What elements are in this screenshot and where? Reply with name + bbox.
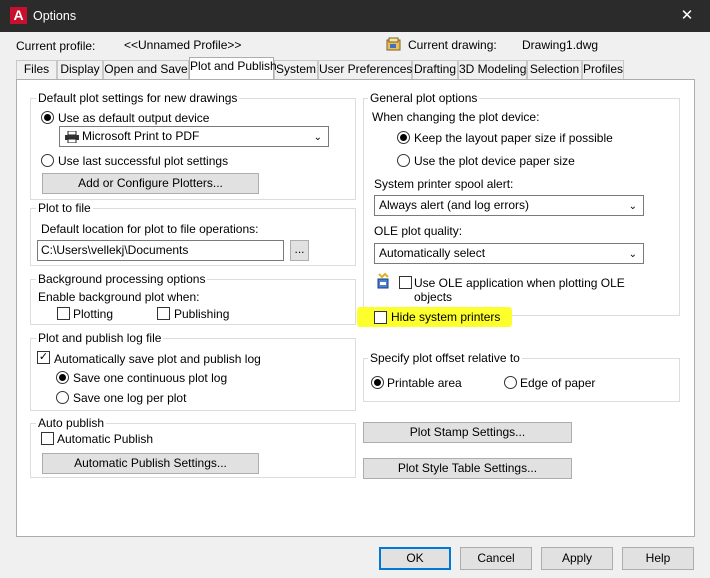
hide-system-printers-label: Hide system printers xyxy=(391,310,501,324)
auto-publish-group-title: Auto publish xyxy=(36,416,107,430)
publishing-checkbox[interactable] xyxy=(157,307,170,320)
printable-area-label: Printable area xyxy=(387,376,462,390)
use-default-device-label: Use as default output device xyxy=(58,111,210,125)
auto-save-log-checkbox[interactable]: ✓ xyxy=(37,351,50,364)
tab-open-and-save[interactable]: Open and Save xyxy=(103,60,189,79)
log-per-plot-label: Save one log per plot xyxy=(73,391,187,405)
hide-system-printers-checkbox[interactable] xyxy=(374,311,387,324)
close-icon[interactable]: ✕ xyxy=(664,0,710,32)
use-last-settings-radio[interactable] xyxy=(41,154,54,167)
edge-of-paper-label: Edge of paper xyxy=(520,376,596,390)
autocad-logo-icon: A xyxy=(10,7,27,24)
tab-plot-and-publish[interactable]: Plot and Publish xyxy=(189,57,277,79)
automatic-publish-settings-button[interactable]: Automatic Publish Settings... xyxy=(42,453,259,474)
tab-system[interactable]: System xyxy=(274,60,318,79)
use-device-paper-radio[interactable] xyxy=(397,154,410,167)
continuous-log-radio[interactable] xyxy=(56,371,69,384)
ok-button[interactable]: OK xyxy=(379,547,451,570)
tab-profiles[interactable]: Profiles xyxy=(582,60,624,79)
plot-offset-group-title: Specify plot offset relative to xyxy=(368,351,522,365)
log-per-plot-radio[interactable] xyxy=(56,391,69,404)
use-default-device-radio[interactable] xyxy=(41,111,54,124)
current-profile-value: <<Unnamed Profile>> xyxy=(124,38,242,52)
title-bar: A Options ✕ xyxy=(0,0,710,32)
log-file-group-title: Plot and publish log file xyxy=(36,331,164,345)
auto-save-log-label: Automatically save plot and publish log xyxy=(54,352,261,366)
ole-quality-select[interactable]: Automatically select ⌄ xyxy=(374,243,644,264)
keep-layout-paper-label: Keep the layout paper size if possible xyxy=(414,131,613,145)
current-drawing-label: Current drawing: xyxy=(408,38,497,52)
output-device-select[interactable]: Microsoft Print to PDF ⌄ xyxy=(59,126,329,147)
add-configure-plotters-button[interactable]: Add or Configure Plotters... xyxy=(42,173,259,194)
use-ole-application-checkbox[interactable] xyxy=(399,276,412,289)
current-drawing-value: Drawing1.dwg xyxy=(522,38,599,52)
printer-icon xyxy=(65,130,79,144)
plotting-label: Plotting xyxy=(73,307,114,321)
plot-style-table-settings-button[interactable]: Plot Style Table Settings... xyxy=(363,458,572,479)
default-plot-group-title: Default plot settings for new drawings xyxy=(36,91,240,105)
apply-button[interactable]: Apply xyxy=(541,547,613,570)
use-device-paper-label: Use the plot device paper size xyxy=(414,154,575,168)
tab-3d-modeling[interactable]: 3D Modeling xyxy=(458,60,527,79)
publishing-label: Publishing xyxy=(174,307,230,321)
use-ole-application-label-line2: objects xyxy=(414,290,453,304)
spool-alert-value: Always alert (and log errors) xyxy=(379,198,530,212)
edge-of-paper-radio[interactable] xyxy=(504,376,517,389)
background-processing-group-title: Background processing options xyxy=(36,272,208,286)
plot-file-location-input[interactable]: C:\Users\vellekj\Documents xyxy=(37,240,284,261)
ole-quality-value: Automatically select xyxy=(379,246,486,260)
tab-display[interactable]: Display xyxy=(57,60,103,79)
use-ole-application-label: Use OLE application when plotting OLE xyxy=(414,276,625,290)
tab-panel: Default plot settings for new drawings U… xyxy=(16,79,695,537)
continuous-log-label: Save one continuous plot log xyxy=(73,371,228,385)
window-title: Options xyxy=(33,9,77,23)
changing-device-label: When changing the plot device: xyxy=(372,110,540,124)
output-device-value: Microsoft Print to PDF xyxy=(82,129,200,143)
drawing-icon xyxy=(386,37,402,51)
ole-quality-label: OLE plot quality: xyxy=(374,224,463,238)
automatic-publish-label: Automatic Publish xyxy=(57,432,154,446)
tab-selection[interactable]: Selection xyxy=(527,60,582,79)
help-button[interactable]: Help xyxy=(622,547,694,570)
tab-user-preferences[interactable]: User Preferences xyxy=(318,60,412,79)
tab-drafting[interactable]: Drafting xyxy=(412,60,458,79)
use-last-settings-label: Use last successful plot settings xyxy=(58,154,229,168)
plot-file-location-label: Default location for plot to file operat… xyxy=(41,222,259,236)
browse-button[interactable]: ... xyxy=(290,240,309,261)
plot-to-file-group-title: Plot to file xyxy=(36,201,93,215)
cancel-button[interactable]: Cancel xyxy=(460,547,532,570)
automatic-publish-checkbox[interactable] xyxy=(41,432,54,445)
current-profile-label: Current profile: xyxy=(16,39,96,53)
enable-background-label: Enable background plot when: xyxy=(38,290,200,304)
plotting-checkbox[interactable] xyxy=(57,307,70,320)
chevron-down-icon: ⌄ xyxy=(628,249,637,260)
spool-alert-select[interactable]: Always alert (and log errors) ⌄ xyxy=(374,195,644,216)
printable-area-radio[interactable] xyxy=(371,376,384,389)
general-plot-options-group-title: General plot options xyxy=(368,91,480,105)
spool-alert-label: System printer spool alert: xyxy=(374,177,514,191)
tab-files[interactable]: Files xyxy=(16,60,57,79)
keep-layout-paper-radio[interactable] xyxy=(397,131,410,144)
chevron-down-icon: ⌄ xyxy=(628,201,637,212)
ole-icon xyxy=(376,272,392,289)
plot-stamp-settings-button[interactable]: Plot Stamp Settings... xyxy=(363,422,572,443)
chevron-down-icon: ⌄ xyxy=(313,132,322,143)
